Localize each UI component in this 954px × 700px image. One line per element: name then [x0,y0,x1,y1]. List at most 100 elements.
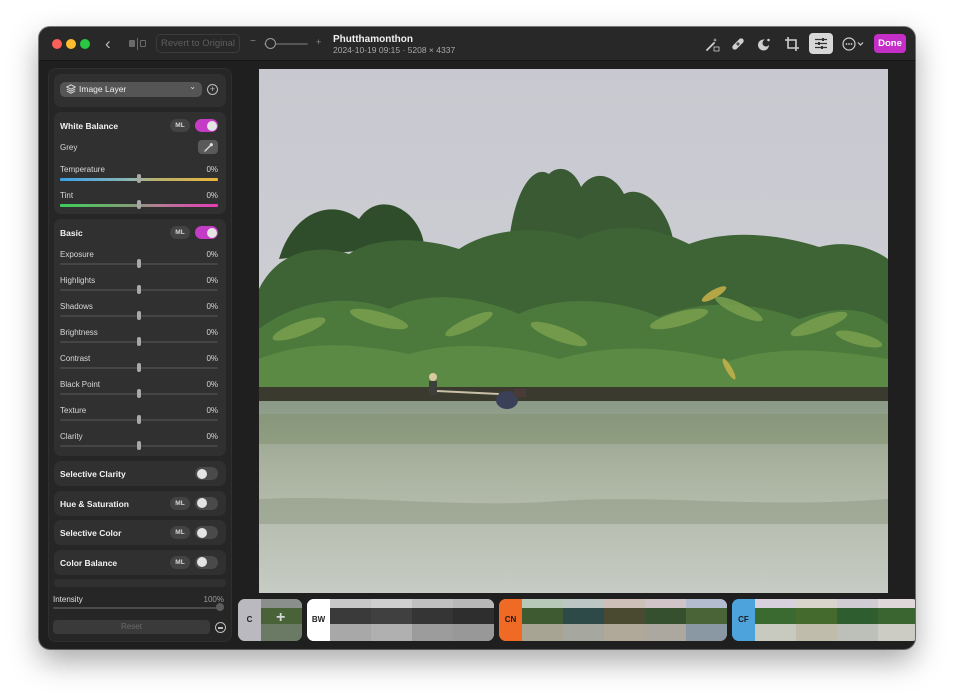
temperature-slider-thumb[interactable] [137,174,141,183]
adjustments-sidebar: Image Layer ⌄ + White Balance ML Grey Te… [48,68,232,642]
preset-group-tag: CF [732,599,755,641]
done-button[interactable]: Done [874,34,906,53]
photo-canvas[interactable] [259,69,888,593]
selective-clarity-title: Selective Clarity [60,469,126,479]
preset-thumbnail[interactable] [837,599,878,641]
layer-dropdown[interactable]: Image Layer ⌄ [60,82,202,97]
shadows-slider-thumb[interactable] [137,311,141,320]
basic-card: Basic ML Exposure 0% Highlights 0% Shado… [54,219,226,456]
preset-thumbnail[interactable] [371,599,412,641]
tint-value: 0% [206,191,218,200]
preset-thumbnail[interactable] [645,599,686,641]
preset-thumbnail[interactable]: + [261,599,302,641]
black-point-slider-thumb[interactable] [137,389,141,398]
minimize-window-button[interactable] [66,39,76,49]
mask-button[interactable] [755,35,773,53]
basic-toggle[interactable] [195,226,218,239]
brightness-label: Brightness [60,328,98,337]
preset-thumbnail[interactable] [453,599,494,641]
back-button[interactable]: ‹ [105,35,119,53]
color-balance-toggle[interactable] [195,555,218,569]
preset-group-cf[interactable]: CF [732,599,915,641]
preset-thumbnail[interactable] [563,599,604,641]
highlights-label: Highlights [60,276,96,285]
more-options-button[interactable] [841,35,867,53]
reset-options-button[interactable] [215,622,226,633]
preset-group-cn[interactable]: CN [499,599,727,641]
preset-thumbnail[interactable] [878,599,915,641]
preset-thumbnail[interactable] [522,599,563,641]
contrast-slider-thumb[interactable] [137,363,141,372]
hue-and-saturation-toggle[interactable] [195,496,218,510]
grey-picker-button[interactable] [198,140,218,154]
highlights-value: 0% [206,276,218,285]
revert-to-original-button[interactable]: Revert to Original [156,34,240,53]
preset-group-tag: BW [307,599,330,641]
maximize-window-button[interactable] [80,39,90,49]
texture-value: 0% [206,406,218,415]
hue-and-saturation-section[interactable]: Hue & Saturation ML [54,490,226,516]
preset-group-c[interactable]: C + [238,599,302,641]
preset-thumbnail[interactable] [412,599,453,641]
selective-color-toggle[interactable] [195,526,218,539]
preset-thumbnail[interactable] [755,599,796,641]
split-view-icon [129,40,135,47]
retouch-button[interactable] [729,35,747,53]
magic-wand-button[interactable] [703,35,721,53]
add-layer-button[interactable]: + [207,84,218,95]
clarity-slider-thumb[interactable] [137,441,141,450]
preset-group-tag: C [238,599,261,641]
black-point-label: Black Point [60,380,101,389]
ml-badge[interactable]: ML [170,555,190,569]
intensity-slider[interactable] [53,607,224,609]
compare-split-button[interactable] [129,38,149,50]
reset-button[interactable]: Reset [53,620,210,634]
white-balance-toggle[interactable] [195,119,218,132]
layer-card: Image Layer ⌄ + [54,74,226,107]
zoom-slider-thumb[interactable] [265,38,276,49]
shadows-label: Shadows [60,302,93,311]
black-point-value: 0% [206,380,218,389]
adjust-sliders-icon [815,38,827,49]
intensity-slider-thumb[interactable] [216,603,224,611]
ml-badge[interactable]: ML [170,526,190,539]
preset-group-bw[interactable]: BW [307,599,494,641]
selective-color-section[interactable]: Selective Color ML [54,520,226,545]
color-balance-section[interactable]: Color Balance ML [54,549,226,575]
bandage-icon [732,38,744,50]
selective-clarity-toggle[interactable] [195,467,218,480]
white-balance-title: White Balance [60,121,119,131]
layers-icon [66,84,76,94]
selective-clarity-section[interactable]: Selective Clarity [54,461,226,486]
chevron-down-icon: ⌄ [189,82,196,91]
basic-title: Basic [60,228,83,238]
grey-label: Grey [60,143,78,152]
document-title: Phutthamonthon [333,34,413,45]
chevron-left-icon: ‹ [105,34,111,53]
white-balance-card: White Balance ML Grey Temperature 0% Tin… [54,112,226,214]
zoom-out-button[interactable]: − [250,36,256,47]
ml-badge[interactable]: ML [170,119,190,132]
ml-badge[interactable]: ML [170,226,190,239]
texture-slider-thumb[interactable] [137,415,141,424]
crop-icon [785,37,799,51]
adjust-button[interactable] [809,33,833,54]
contrast-value: 0% [206,354,218,363]
zoom-in-button[interactable]: + [316,37,321,47]
preset-thumbnail[interactable] [796,599,837,641]
preset-filmstrip: C + BW CN CF [238,599,915,643]
highlights-slider-thumb[interactable] [137,285,141,294]
crop-button[interactable] [783,35,801,53]
brightness-slider-thumb[interactable] [137,337,141,346]
exposure-value: 0% [206,250,218,259]
preset-thumbnail[interactable] [604,599,645,641]
preset-thumbnail[interactable] [686,599,727,641]
tint-slider-thumb[interactable] [137,200,141,209]
shadows-value: 0% [206,302,218,311]
layer-dropdown-label: Image Layer [79,84,127,94]
preset-thumbnail[interactable] [330,599,371,641]
temperature-value: 0% [206,165,218,174]
ml-badge[interactable]: ML [170,496,190,510]
close-window-button[interactable] [52,39,62,49]
exposure-slider-thumb[interactable] [137,259,141,268]
